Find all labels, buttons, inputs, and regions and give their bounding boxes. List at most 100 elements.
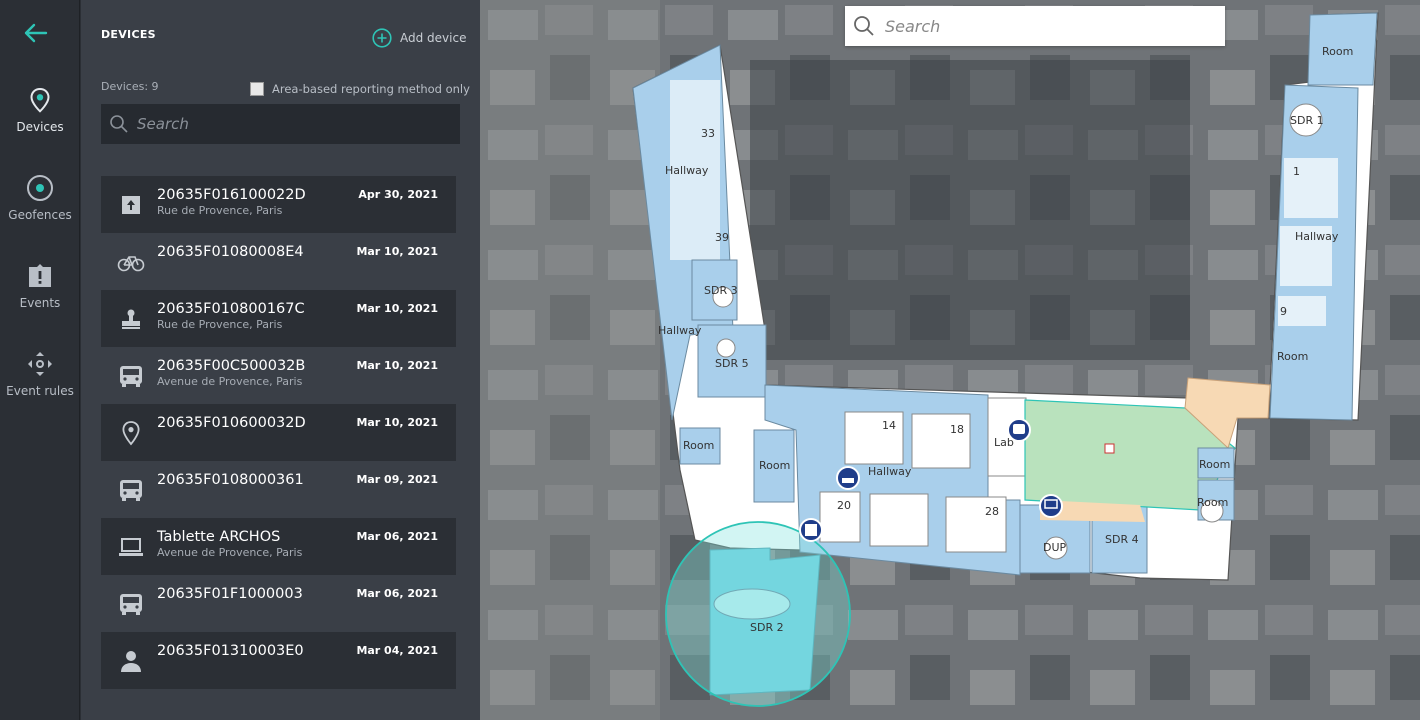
map-search[interactable] [845, 6, 1225, 46]
coffee-icon [1104, 443, 1115, 454]
map-label-number: 20 [837, 499, 851, 512]
map-label-number: 14 [882, 419, 896, 432]
map-label-dup: DUP [1043, 541, 1067, 554]
device-row[interactable]: 20635F016100022D Rue de Provence, Paris … [101, 176, 456, 233]
device-address: Rue de Provence, Paris [157, 318, 283, 331]
nav-label-devices: Devices [16, 120, 64, 134]
nav-item-devices[interactable]: Devices [0, 86, 80, 134]
map-label-sdr2: SDR 2 [750, 621, 784, 634]
device-search[interactable] [101, 104, 460, 144]
device-date: Mar 10, 2021 [356, 245, 438, 258]
map-label-room: Room [1197, 496, 1228, 509]
map-label-number: 39 [715, 231, 729, 244]
device-date: Mar 10, 2021 [356, 416, 438, 429]
device-marker-laptop[interactable] [1039, 494, 1063, 518]
device-row[interactable]: 20635F0108000361 Mar 09, 2021 [101, 461, 456, 518]
device-date: Mar 04, 2021 [356, 644, 438, 657]
bus-icon [120, 594, 142, 615]
checkbox-box[interactable] [250, 82, 264, 96]
courtyard-shadow [750, 60, 1190, 360]
dolly-icon [122, 196, 140, 214]
device-row[interactable]: 20635F010600032D Mar 10, 2021 [101, 404, 456, 461]
map-label-sdr5: SDR 5 [715, 357, 749, 370]
location-pin-icon [30, 87, 50, 113]
desk-block-a [869, 493, 929, 547]
device-search-input[interactable] [137, 115, 437, 133]
device-row[interactable]: 20635F01F1000003 Mar 06, 2021 [101, 575, 456, 632]
geofence-icon [27, 175, 53, 201]
map-label-sdr1: SDR 1 [1290, 114, 1324, 127]
device-row[interactable]: 20635F01080008E4 Mar 10, 2021 [101, 233, 456, 290]
add-device-button[interactable]: Add device [372, 28, 466, 48]
device-name: 20635F01F1000003 [157, 586, 303, 602]
device-date: Mar 10, 2021 [356, 302, 438, 315]
device-date: Mar 10, 2021 [356, 359, 438, 372]
search-icon [110, 115, 128, 133]
device-address: Rue de Provence, Paris [157, 204, 283, 217]
device-name: 20635F010800167C [157, 301, 305, 317]
map-label-hallway: Hallway [658, 324, 702, 337]
map-label-number: 28 [985, 505, 999, 518]
alert-tag-icon [29, 264, 51, 287]
bus-icon [120, 366, 142, 387]
device-name: 20635F016100022D [157, 187, 306, 203]
map-view[interactable]: Room SDR 1 1 Hallway 9 Room 33 Hallway 3… [480, 0, 1420, 720]
nav-label-event-rules: Event rules [6, 384, 74, 398]
add-circle-icon [372, 28, 392, 48]
area-reporting-label: Area-based reporting method only [272, 82, 470, 96]
map-label-number: 9 [1280, 305, 1287, 318]
device-list: 20635F016100022D Rue de Provence, Paris … [101, 176, 456, 689]
add-device-label: Add device [400, 31, 467, 45]
bus-icon [120, 480, 142, 501]
map-label-lab: Lab [994, 436, 1014, 449]
map-label-room: Room [1199, 458, 1230, 471]
device-date: Mar 09, 2021 [356, 473, 438, 486]
nav-item-event-rules[interactable]: Event rules [0, 350, 80, 398]
device-name: 20635F01080008E4 [157, 244, 304, 260]
map-label-room: Room [1322, 45, 1353, 58]
device-row[interactable]: Tablette ARCHOS Avenue de Provence, Pari… [101, 518, 456, 575]
device-date: Mar 06, 2021 [356, 530, 438, 543]
map-label-hallway: Hallway [1295, 230, 1339, 243]
map-label-sdr3: SDR 3 [704, 284, 738, 297]
device-row[interactable]: 20635F01310003E0 Mar 04, 2021 [101, 632, 456, 689]
device-name: 20635F00C500032B [157, 358, 306, 374]
table-circle [716, 338, 736, 358]
device-date: Apr 30, 2021 [358, 188, 438, 201]
nav-label-geofences: Geofences [8, 208, 72, 222]
bicycle-icon [117, 256, 145, 272]
event-rules-icon [28, 352, 52, 376]
stamp-icon [122, 309, 140, 329]
device-address: Avenue de Provence, Paris [157, 375, 303, 388]
device-address: Avenue de Provence, Paris [157, 546, 303, 559]
map-label-sdr4: SDR 4 [1105, 533, 1139, 546]
map-label-number: 1 [1293, 165, 1300, 178]
bus-icon [1013, 424, 1025, 434]
devices-panel: DEVICES Add device Devices: 9 Area-based… [81, 0, 480, 720]
panel-title: DEVICES [101, 28, 156, 41]
map-label-room: Room [1277, 350, 1308, 363]
nav-label-events: Events [19, 296, 61, 310]
map-label-room: Room [683, 439, 714, 452]
device-name: Tablette ARCHOS [157, 529, 281, 545]
device-row[interactable]: 20635F00C500032B Avenue de Provence, Par… [101, 347, 456, 404]
device-name: 20635F01310003E0 [157, 643, 304, 659]
street-area [480, 0, 660, 720]
nav-item-geofences[interactable]: Geofences [0, 174, 80, 222]
map-label-number: 18 [950, 423, 964, 436]
map-label-number: 33 [701, 127, 715, 140]
area-reporting-checkbox[interactable]: Area-based reporting method only [250, 82, 470, 96]
map-canvas[interactable]: Room SDR 1 1 Hallway 9 Room 33 Hallway 3… [480, 0, 1420, 720]
map-search-input[interactable] [885, 16, 1205, 36]
map-label-hallway: Hallway [868, 465, 912, 478]
back-arrow-icon[interactable] [22, 22, 48, 44]
device-row[interactable]: 20635F010800167C Rue de Provence, Paris … [101, 290, 456, 347]
search-icon [854, 16, 874, 36]
nav-item-events[interactable]: Events [0, 262, 80, 310]
device-count: Devices: 9 [101, 80, 159, 93]
device-name: 20635F010600032D [157, 415, 306, 431]
location-pin-icon [122, 421, 140, 446]
map-label-room: Room [759, 459, 790, 472]
person-icon [121, 651, 141, 672]
geofence-circle[interactable] [665, 521, 851, 707]
